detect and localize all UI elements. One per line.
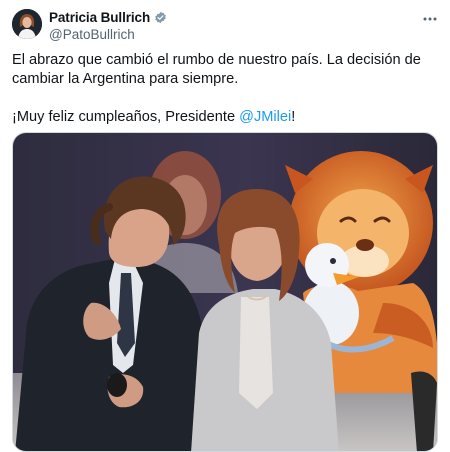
- more-options-icon[interactable]: [422, 11, 438, 21]
- tweet-photo[interactable]: [12, 132, 438, 452]
- avatar[interactable]: [12, 9, 42, 39]
- tweet-text-line2: ¡Muy feliz cumpleaños, Presidente @JMile…: [12, 108, 440, 127]
- tweet-text-line2-prefix: ¡Muy feliz cumpleaños, Presidente: [12, 109, 240, 125]
- mention-link[interactable]: @JMilei: [239, 109, 291, 125]
- verified-badge-icon: [154, 11, 167, 24]
- tweet-text: El abrazo que cambió el rumbo de nuestro…: [12, 51, 440, 127]
- author-display-name[interactable]: Patricia Bullrich: [49, 10, 150, 25]
- tweet-text-line1: El abrazo que cambió el rumbo de nuestro…: [12, 52, 421, 87]
- name-row: Patricia Bullrich: [49, 9, 167, 25]
- tweet-card: Patricia Bullrich @PatoBullrich El abraz…: [0, 0, 450, 452]
- author-handle[interactable]: @PatoBullrich: [49, 27, 167, 42]
- tweet-text-line2-suffix: !: [291, 109, 296, 125]
- author-info: Patricia Bullrich @PatoBullrich: [49, 9, 167, 42]
